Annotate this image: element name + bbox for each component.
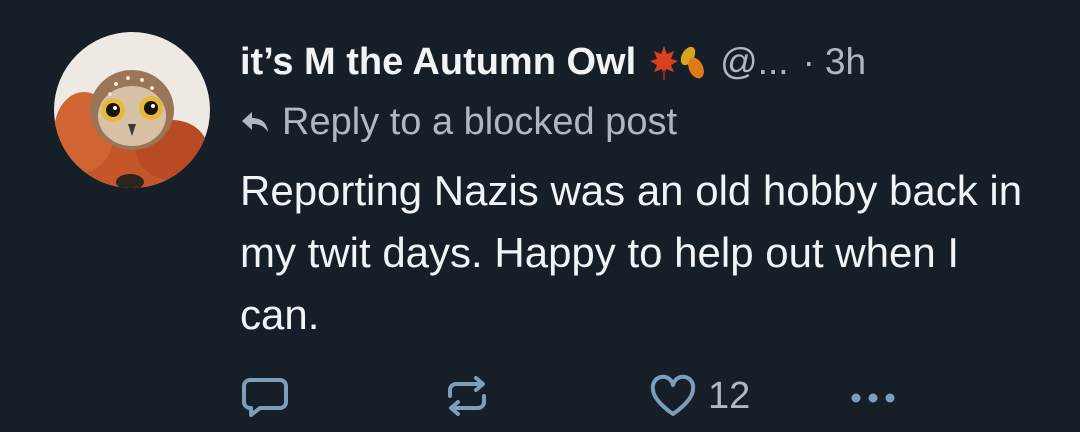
reply-label: Reply to a blocked post	[282, 100, 678, 143]
like-button[interactable]: 12	[648, 368, 750, 424]
reply-indicator[interactable]: Reply to a blocked post	[240, 98, 677, 146]
owl-avatar-image	[54, 32, 210, 188]
comment-bubble-icon	[242, 378, 288, 417]
timestamp[interactable]: 3h	[825, 41, 866, 83]
separator-dot: ·	[802, 41, 815, 82]
comment-button[interactable]	[240, 368, 290, 424]
name-emoji	[650, 42, 706, 82]
autumn-leaves-icon	[650, 46, 705, 80]
repost-button[interactable]	[442, 368, 492, 424]
display-name[interactable]: it’s M the Autumn Owl	[240, 41, 636, 84]
ellipsis-icon	[851, 393, 895, 403]
like-count: 12	[708, 374, 751, 417]
post[interactable]: it’s M the Autumn Owl @... · 3h Reply to…	[0, 0, 1080, 432]
handle[interactable]: @...	[720, 41, 788, 83]
action-bar: 12	[240, 368, 1040, 424]
post-text: Reporting Nazis was an old hobby back in…	[240, 167, 1023, 338]
avatar[interactable]	[54, 32, 210, 188]
reply-arrow-icon	[242, 112, 268, 132]
repost-arrows-icon	[448, 376, 486, 416]
heart-outline-icon	[650, 374, 696, 416]
more-options-button[interactable]	[846, 368, 900, 424]
post-header: it’s M the Autumn Owl @... · 3h	[240, 36, 866, 88]
